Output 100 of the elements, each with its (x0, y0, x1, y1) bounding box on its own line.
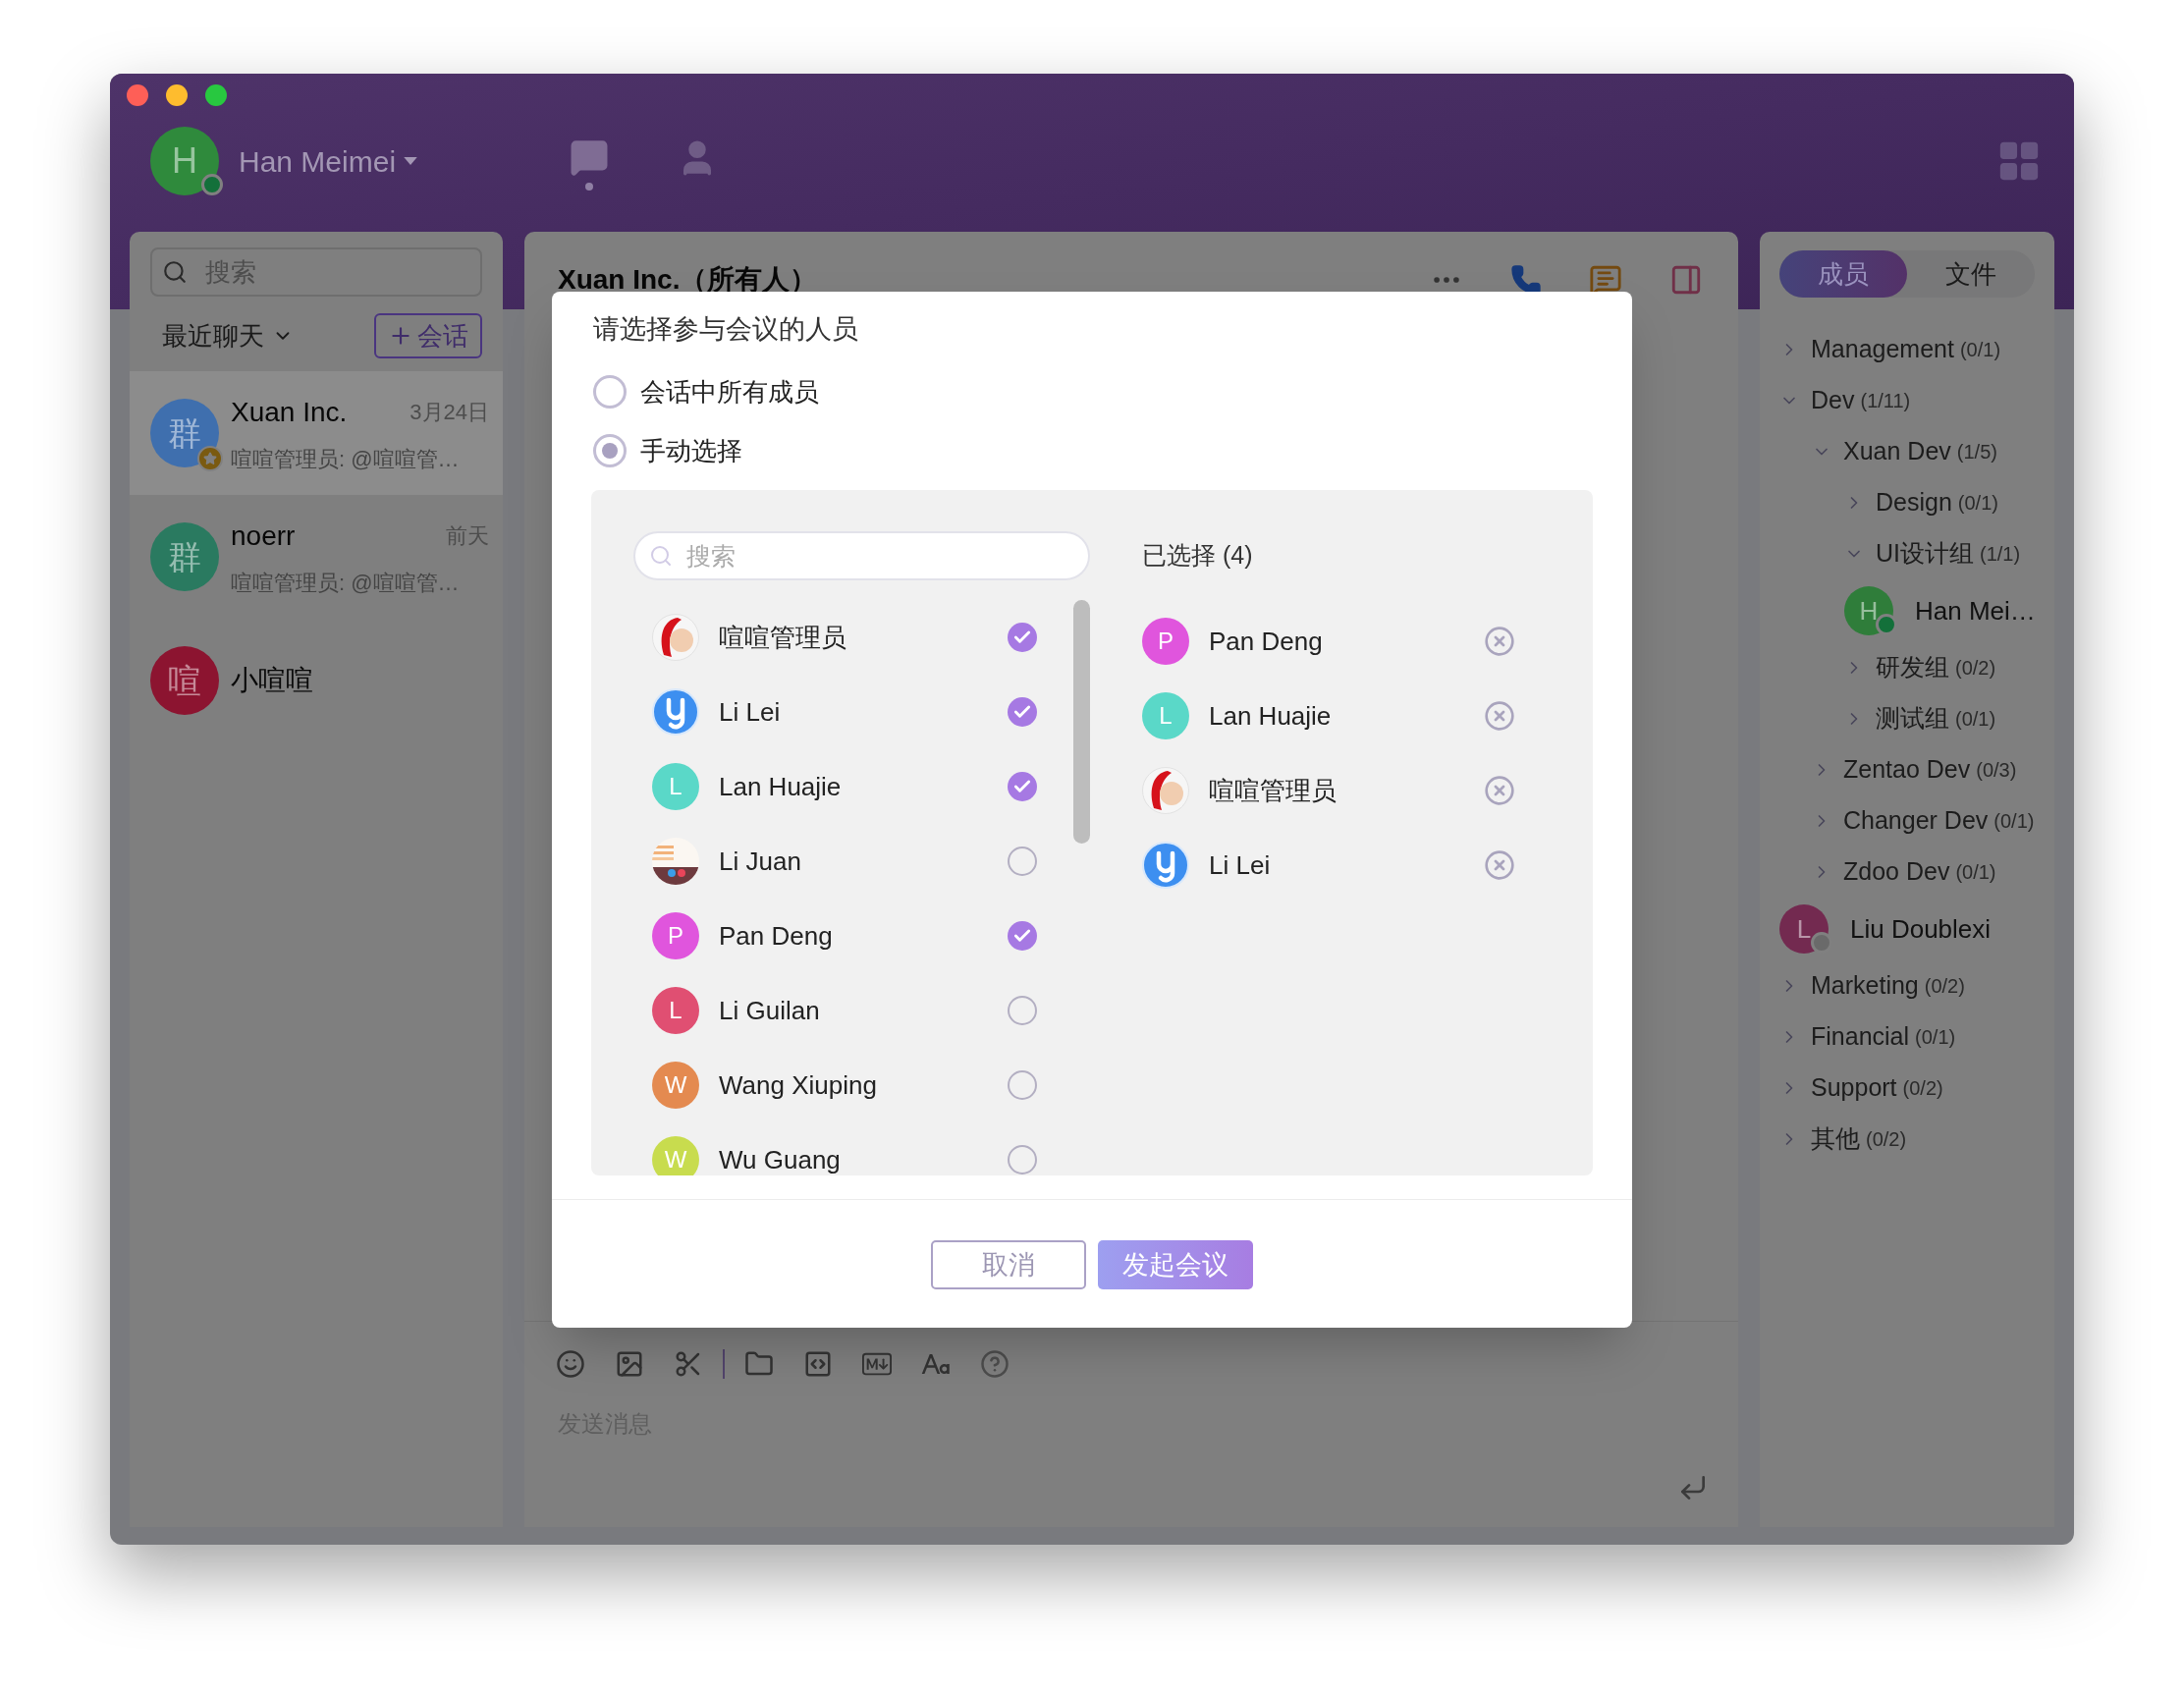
chat-time: 3月24日 (410, 399, 489, 426)
group-count: (0/2) (1955, 656, 1996, 681)
group-count: (0/2) (1866, 1127, 1907, 1152)
member-item[interactable]: L Liu Doublexi (1760, 898, 2054, 960)
group-name: UI设计组 (1876, 538, 1974, 570)
help-icon[interactable] (980, 1349, 1010, 1379)
avatar: L (652, 987, 699, 1034)
tree-item[interactable]: Financial (0/1) (1760, 1011, 2054, 1063)
tree-item[interactable]: Zentao Dev (0/3) (1760, 744, 2054, 795)
avatar: L (1779, 904, 1829, 954)
member-name: Han Mei… (1915, 594, 2036, 628)
person-name: Wu Guang (719, 1143, 842, 1175)
person-item[interactable]: W Wang Xiuping (633, 1048, 1038, 1122)
filter-dropdown[interactable]: 最近聊天 (162, 316, 294, 355)
tree-item[interactable]: Changer Dev (0/1) (1760, 795, 2054, 846)
person-item[interactable]: L Li Guilan (633, 973, 1038, 1048)
new-chat-button[interactable]: 会话 (374, 313, 482, 358)
group-count: (1/1) (1980, 542, 2021, 567)
group-name: 其他 (1811, 1123, 1860, 1155)
avatar: L (652, 763, 699, 810)
person-name: Pan Deng (1209, 625, 1324, 658)
person-item[interactable]: Li Lei (633, 675, 1038, 749)
group-name: Management (1811, 334, 1954, 365)
dialog-title: 请选择参与会议的人员 (592, 313, 859, 346)
avatar: W (652, 1062, 699, 1109)
checkbox[interactable] (1008, 921, 1037, 951)
tree-item[interactable]: Dev (1/11) (1760, 375, 2054, 426)
group-count: (0/1) (1955, 860, 1996, 885)
person-name: Lan Huajie (719, 770, 843, 803)
remove-icon[interactable] (1484, 849, 1515, 881)
member-name: Liu Doublexi (1850, 912, 1992, 946)
member-item[interactable]: H Han Mei… (1760, 579, 2054, 642)
remove-icon[interactable] (1484, 775, 1515, 806)
radio-option[interactable]: 手动选择 (552, 421, 742, 480)
group-count: (0/2) (1924, 974, 1965, 999)
tree-item[interactable]: Management (0/1) (1760, 324, 2054, 375)
tree-item[interactable]: Zdoo Dev (0/1) (1760, 846, 2054, 898)
panel-tab[interactable]: 成员 (1779, 250, 1907, 298)
scrollbar[interactable] (1073, 600, 1090, 844)
person-item[interactable]: P Pan Deng (633, 899, 1038, 973)
group-name: 研发组 (1876, 652, 1949, 683)
chat-name: Xuan Inc. (231, 395, 348, 429)
radio-option[interactable]: 会话中所有成员 (552, 362, 819, 421)
tree-item[interactable]: 测试组 (0/1) (1760, 693, 2054, 744)
group-name: Zentao Dev (1843, 754, 1971, 786)
person-name: Li Lei (719, 695, 782, 729)
user-menu[interactable]: Han Meimei (239, 138, 418, 184)
tree-item[interactable]: Marketing (0/2) (1760, 960, 2054, 1011)
tree-item[interactable]: UI设计组 (1/1) (1760, 528, 2054, 579)
chat-item[interactable]: 群 Xuan Inc. 3月24日 喧喧管理员: @喧喧管… (130, 371, 503, 495)
cancel-button[interactable]: 取消 (931, 1240, 1086, 1289)
image-icon[interactable] (615, 1349, 644, 1379)
tree-item[interactable]: 研发组 (0/2) (1760, 642, 2054, 693)
group-name: Marketing (1811, 970, 1919, 1002)
group-count: (0/3) (1976, 758, 2017, 783)
group-count: (0/1) (1915, 1025, 1956, 1050)
logo-icon (652, 688, 699, 736)
group-count: (0/1) (1959, 338, 2001, 362)
checkbox[interactable] (1008, 772, 1037, 801)
emoji-icon[interactable] (556, 1349, 585, 1379)
group-name: 测试组 (1876, 703, 1949, 735)
tree-item[interactable]: Support (0/2) (1760, 1063, 2054, 1114)
chat-preview: 喧喧管理员: @喧喧管… (231, 569, 461, 597)
avatar: L (1142, 692, 1189, 739)
group-count: (0/1) (1957, 491, 1998, 516)
sidebar-toggle-icon[interactable] (1669, 263, 1703, 297)
person-item[interactable]: Li Juan (633, 824, 1038, 899)
group-count: (0/1) (1993, 809, 2035, 834)
avatar-icon (652, 614, 699, 661)
person-item[interactable]: W Wu Guang (633, 1122, 1038, 1175)
avatar: W (652, 1136, 699, 1175)
checkbox[interactable] (1008, 1070, 1037, 1100)
person-item[interactable]: 喧喧管理员 (633, 600, 1038, 675)
avatar: P (652, 912, 699, 959)
panel-tab[interactable]: 文件 (1907, 250, 2035, 298)
checkbox[interactable] (1008, 697, 1037, 727)
chat-name: 小喧喧 (231, 664, 313, 697)
group-name: Xuan Dev (1843, 436, 1951, 467)
group-name: Financial (1811, 1021, 1910, 1053)
checkbox[interactable] (1008, 846, 1037, 876)
group-name: Design (1876, 487, 1952, 519)
checkbox[interactable] (1008, 996, 1037, 1025)
checkbox[interactable] (1008, 623, 1037, 652)
search-icon (162, 259, 188, 285)
remove-icon[interactable] (1484, 700, 1515, 732)
start-meeting-button[interactable]: 发起会议 (1098, 1240, 1253, 1289)
code-icon[interactable] (803, 1349, 833, 1379)
avatar: 喧 (150, 646, 219, 715)
tree-item[interactable]: Design (0/1) (1760, 477, 2054, 528)
person-name: 喧喧管理员 (1209, 774, 1338, 807)
person-name: Li Guilan (719, 994, 821, 1027)
logo-icon (1142, 842, 1189, 889)
remove-icon[interactable] (1484, 626, 1515, 657)
person-item[interactable]: L Lan Huajie (633, 749, 1038, 824)
caret-icon (404, 156, 418, 166)
search-icon (649, 544, 673, 568)
tree-item[interactable]: Xuan Dev (1/5) (1760, 426, 2054, 477)
tree-item[interactable]: 其他 (0/2) (1760, 1114, 2054, 1165)
checkbox[interactable] (1008, 1145, 1037, 1174)
avatar: 群 (150, 522, 219, 591)
